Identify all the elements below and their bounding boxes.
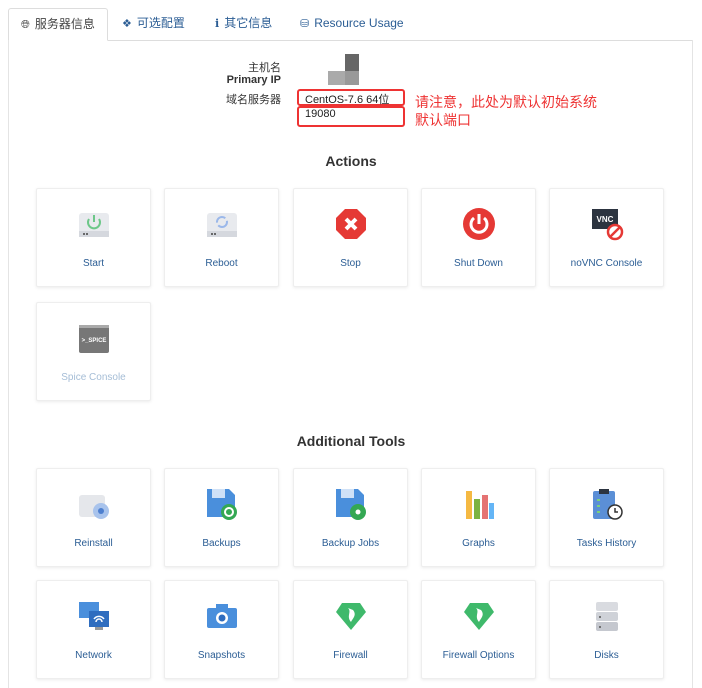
annotation-note-os: 请注意，此处为默认初始系统	[415, 94, 597, 110]
hostname-label: 主机名	[248, 62, 281, 74]
graphs-button[interactable]: Graphs	[421, 468, 536, 567]
start-button[interactable]: Start	[36, 188, 151, 287]
tab-bar: 🌐︎ 服务器信息 ❖ 可选配置 i 其它信息 ⛁ Resource Usage	[8, 8, 693, 41]
network-icon	[79, 602, 109, 630]
reboot-button[interactable]: Reboot	[164, 188, 279, 287]
shut-down-button[interactable]: Shut Down	[421, 188, 536, 287]
redacted-ip-2	[345, 71, 359, 85]
firewall-options-icon	[464, 603, 494, 630]
primary-ip-label: Primary IP	[226, 74, 281, 86]
start-label: Start	[82, 258, 105, 269]
backup-icon	[207, 489, 237, 520]
redacted-ip	[328, 71, 345, 85]
vnc-icon: VNC	[592, 209, 624, 241]
tab-server-info[interactable]: 🌐︎ 服务器信息	[8, 8, 108, 41]
info-icon: i	[215, 17, 220, 30]
stop-label: Stop	[340, 258, 361, 269]
reinstall-label: Reinstall	[74, 538, 113, 549]
start-drive-icon	[79, 213, 109, 237]
backups-button[interactable]: Backups	[164, 468, 279, 567]
snapshots-button[interactable]: Snapshots	[164, 580, 279, 679]
actions-title: Actions	[325, 153, 377, 169]
redacted-hostname	[345, 54, 359, 71]
svg-text:VNC: VNC	[597, 215, 614, 224]
firewall-options-label: Firewall Options	[442, 650, 515, 661]
reboot-label: Reboot	[205, 258, 238, 269]
tab-other-info[interactable]: i 其它信息	[203, 8, 284, 41]
spice-console-label: Spice Console	[61, 372, 126, 383]
spice-console-button[interactable]: >_SPICE Spice Console	[36, 302, 151, 401]
tasks-history-label: Tasks History	[576, 538, 637, 549]
snapshots-label: Snapshots	[197, 650, 246, 661]
stop-icon	[336, 209, 366, 239]
novnc-console-button[interactable]: VNC noVNC Console	[549, 188, 664, 287]
backups-label: Backups	[202, 538, 241, 549]
snapshots-icon	[207, 604, 237, 628]
firewall-icon	[336, 603, 366, 630]
svg-text:>_SPICE: >_SPICE	[82, 338, 107, 344]
power-icon	[463, 208, 495, 240]
shut-down-label: Shut Down	[454, 258, 503, 269]
dns-label: 域名服务器	[226, 94, 281, 106]
network-label: Network	[75, 650, 112, 661]
annotation-note-port: 默认端口	[415, 112, 471, 128]
network-button[interactable]: Network	[36, 580, 151, 679]
os-value: CentOS-7.6 64位	[305, 94, 390, 106]
disks-icon	[596, 602, 618, 631]
disks-label: Disks	[594, 650, 619, 661]
tab-resource-usage[interactable]: ⛁ Resource Usage	[288, 8, 416, 41]
cubes-icon: ❖	[122, 18, 132, 30]
tasks-history-button[interactable]: Tasks History	[549, 468, 664, 567]
tab-optional-config[interactable]: ❖ 可选配置	[110, 8, 197, 41]
graphs-label: Graphs	[462, 538, 495, 549]
additional-tools-title: Additional Tools	[296, 433, 406, 449]
disks-button[interactable]: Disks	[549, 580, 664, 679]
backup-jobs-icon	[336, 489, 366, 520]
spice-icon: >_SPICE	[79, 325, 109, 353]
port-value: 19080	[305, 108, 336, 120]
reinstall-button[interactable]: Reinstall	[36, 468, 151, 567]
novnc-console-label: noVNC Console	[570, 258, 643, 269]
backup-jobs-button[interactable]: Backup Jobs	[293, 468, 408, 567]
firewall-button[interactable]: Firewall	[293, 580, 408, 679]
hdd-icon: ⛁	[300, 18, 310, 30]
stop-button[interactable]: Stop	[293, 188, 408, 287]
firewall-options-button[interactable]: Firewall Options	[421, 580, 536, 679]
reinstall-icon	[79, 495, 109, 519]
graphs-icon	[466, 491, 494, 519]
backup-jobs-label: Backup Jobs	[321, 538, 380, 549]
reboot-drive-icon	[207, 213, 237, 237]
firewall-label: Firewall	[333, 650, 368, 661]
globe-icon: 🌐︎	[21, 19, 30, 31]
tasks-history-icon	[593, 489, 623, 520]
